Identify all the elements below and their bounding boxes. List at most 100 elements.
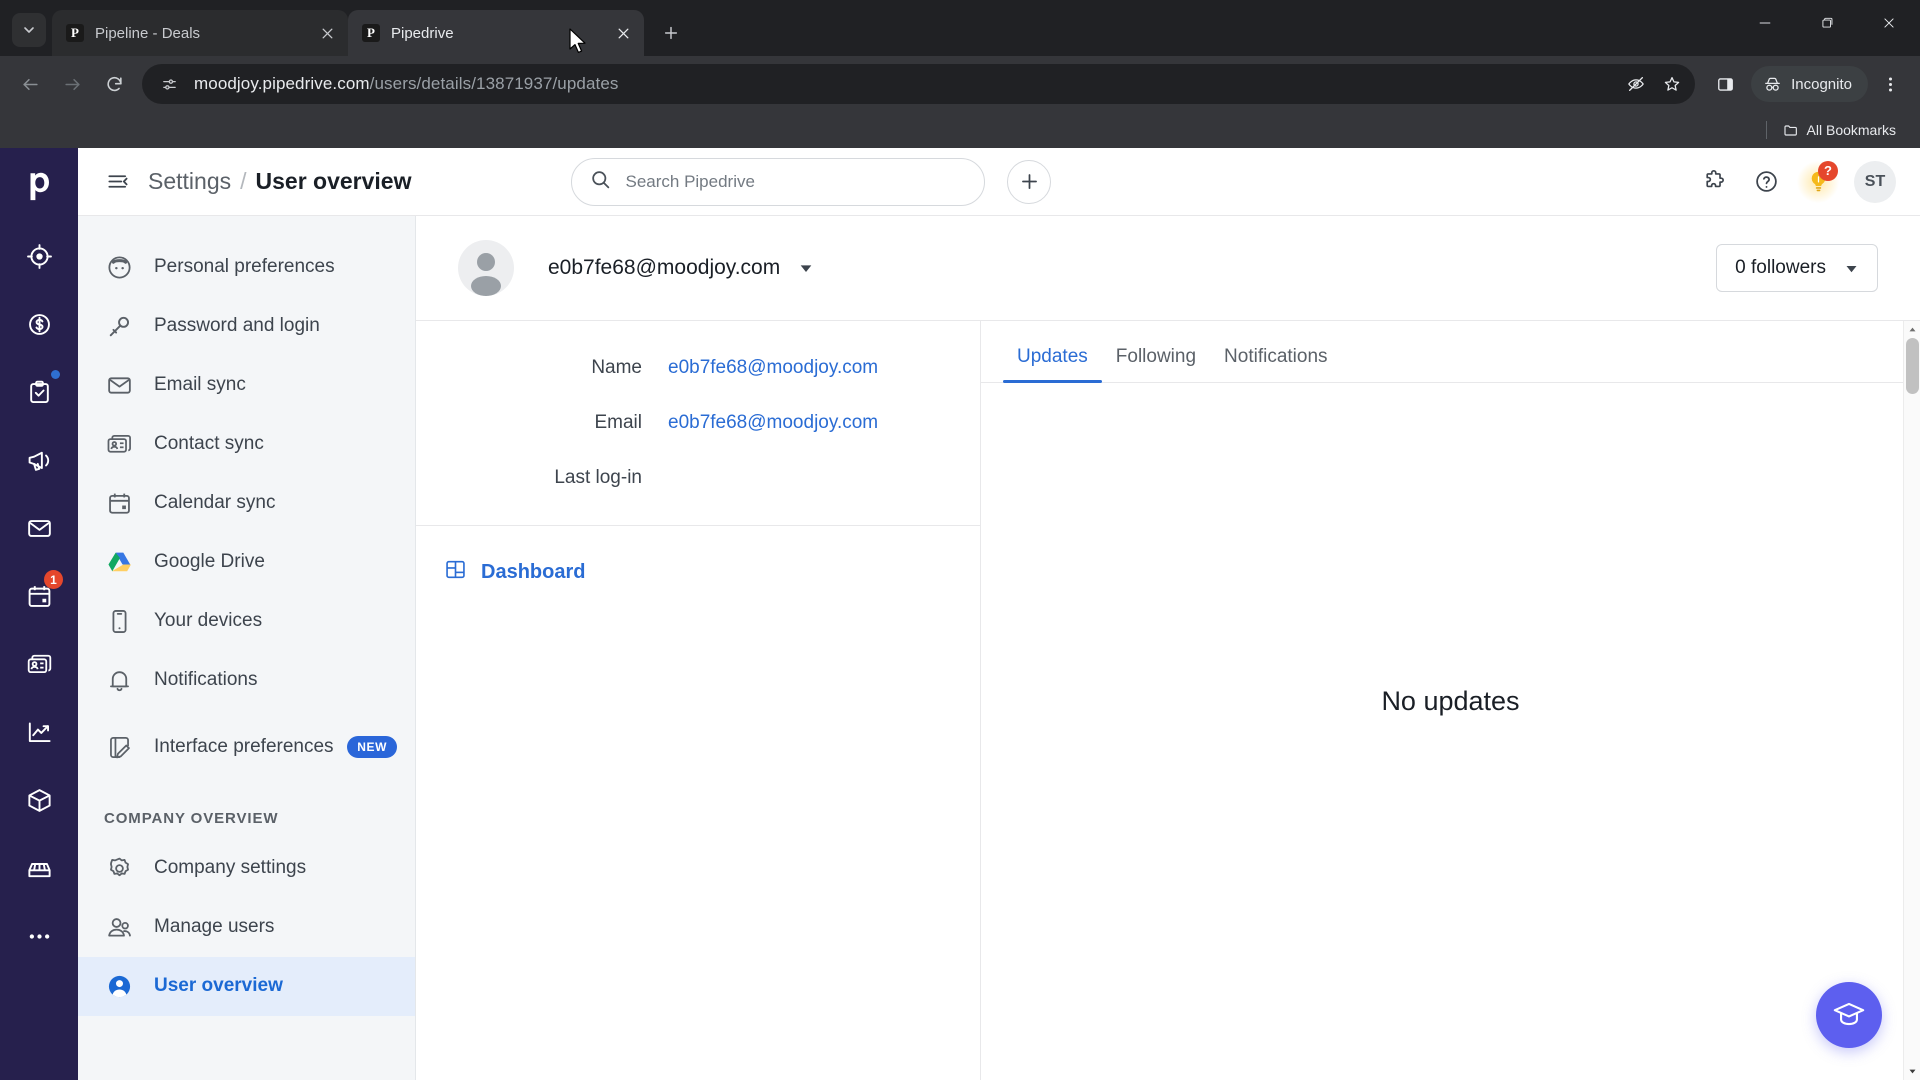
reload-icon[interactable] bbox=[94, 64, 134, 104]
sidebar-item-label: Contact sync bbox=[154, 433, 264, 455]
lightbulb-icon[interactable]: ? bbox=[1796, 159, 1840, 204]
rail-item-activities[interactable] bbox=[15, 368, 63, 416]
dashboard-link[interactable]: Dashboard bbox=[416, 526, 980, 586]
side-panel-icon[interactable] bbox=[1705, 64, 1745, 104]
scrollbar-thumb[interactable] bbox=[1906, 338, 1919, 394]
key-icon bbox=[104, 312, 134, 342]
forward-icon[interactable] bbox=[52, 64, 92, 104]
tab-following[interactable]: Following bbox=[1102, 346, 1210, 382]
pipedrive-favicon: P bbox=[362, 24, 380, 42]
sidebar-item-your-devices[interactable]: Your devices bbox=[78, 592, 415, 651]
user-details-card: Name e0b7fe68@moodjoy.com Email e0b7fe68… bbox=[416, 321, 981, 1080]
tips-badge: ? bbox=[1818, 160, 1838, 181]
envelope-icon bbox=[104, 371, 134, 401]
scroll-up-arrow-icon[interactable] bbox=[1904, 321, 1920, 338]
sidebar-item-email-sync[interactable]: Email sync bbox=[78, 356, 415, 415]
address-bar[interactable]: moodjoy.pipedrive.com/users/details/1387… bbox=[142, 64, 1696, 104]
rail-item-contacts[interactable] bbox=[15, 640, 63, 688]
rail-item-mail[interactable] bbox=[15, 504, 63, 552]
minimize-icon[interactable] bbox=[1734, 0, 1796, 46]
avatar[interactable]: ST bbox=[1854, 160, 1896, 203]
tab-title: Pipedrive bbox=[391, 24, 454, 42]
question-circle-icon[interactable] bbox=[1744, 160, 1788, 204]
maximize-icon[interactable] bbox=[1796, 0, 1858, 46]
rail-item-insights[interactable] bbox=[15, 708, 63, 756]
sidebar-item-password-and-login[interactable]: Password and login bbox=[78, 297, 415, 356]
calendar-icon bbox=[104, 489, 134, 519]
new-tab-button[interactable] bbox=[654, 16, 688, 50]
sidebar-item-label: Password and login bbox=[154, 315, 320, 337]
close-icon[interactable] bbox=[612, 22, 634, 44]
sidebar-item-personal-preferences[interactable]: Personal preferences bbox=[78, 238, 415, 297]
contact-card-icon bbox=[104, 430, 134, 460]
empty-state-message: No updates bbox=[1381, 686, 1520, 716]
browser-tab-1[interactable]: P Pipeline - Deals bbox=[52, 10, 348, 56]
sidebar-item-calendar-sync[interactable]: Calendar sync bbox=[78, 474, 415, 533]
pipedrive-logo[interactable] bbox=[16, 164, 62, 210]
calendar-badge: 1 bbox=[44, 570, 63, 589]
learning-center-button[interactable] bbox=[1816, 982, 1882, 1048]
default-avatar-icon bbox=[458, 240, 514, 296]
browser-tab-2[interactable]: P Pipedrive bbox=[348, 10, 644, 56]
pipedrive-favicon: P bbox=[66, 24, 84, 42]
sidebar-item-label: User overview bbox=[154, 975, 283, 997]
search-input[interactable] bbox=[625, 171, 967, 192]
interface-edit-icon bbox=[104, 732, 134, 762]
dashboard-grid-icon bbox=[444, 558, 467, 586]
folder-icon bbox=[1783, 125, 1797, 136]
breadcrumb-separator: / bbox=[240, 168, 247, 194]
collapse-menu-icon[interactable] bbox=[100, 165, 134, 199]
search-icon bbox=[590, 169, 611, 195]
rail-item-calendar[interactable]: 1 bbox=[15, 570, 63, 620]
sidebar-item-company-settings[interactable]: Company settings bbox=[78, 839, 415, 898]
site-settings-icon[interactable] bbox=[156, 71, 182, 97]
vertical-scrollbar[interactable] bbox=[1903, 321, 1920, 1080]
tab-notifications[interactable]: Notifications bbox=[1210, 346, 1342, 382]
tab-updates[interactable]: Updates bbox=[1003, 346, 1102, 383]
scroll-down-arrow-icon[interactable] bbox=[1904, 1063, 1920, 1080]
close-icon[interactable] bbox=[1858, 0, 1920, 46]
close-icon[interactable] bbox=[316, 22, 338, 44]
rail-item-campaigns[interactable] bbox=[15, 436, 63, 484]
sidebar-item-label: Notifications bbox=[154, 669, 258, 691]
omnibox-actions bbox=[1619, 67, 1689, 101]
puzzle-piece-icon[interactable] bbox=[1692, 160, 1736, 204]
search-box[interactable] bbox=[571, 157, 986, 206]
sidebar-item-user-overview[interactable]: User overview bbox=[78, 957, 415, 1016]
add-button[interactable] bbox=[1007, 159, 1052, 204]
rail-item-deals[interactable] bbox=[15, 300, 63, 348]
bell-icon bbox=[104, 666, 134, 696]
sidebar-item-label: Google Drive bbox=[154, 551, 265, 573]
breadcrumb-settings[interactable]: Settings bbox=[148, 168, 231, 195]
app-left-rail: 1 bbox=[0, 148, 78, 1080]
sidebar-item-google-drive[interactable]: Google Drive bbox=[78, 533, 415, 592]
incognito-indicator[interactable]: Incognito bbox=[1751, 66, 1868, 102]
rail-item-leads[interactable] bbox=[15, 232, 63, 280]
sidebar-item-contact-sync[interactable]: Contact sync bbox=[78, 415, 415, 474]
field-value[interactable]: e0b7fe68@moodjoy.com bbox=[668, 357, 878, 379]
sidebar-item-interface-preferences[interactable]: Interface preferences NEW bbox=[78, 710, 415, 784]
sidebar-item-manage-users[interactable]: Manage users bbox=[78, 898, 415, 957]
rail-item-products[interactable] bbox=[15, 776, 63, 824]
all-bookmarks-button[interactable]: All Bookmarks bbox=[1777, 118, 1902, 142]
star-icon[interactable] bbox=[1655, 67, 1689, 101]
user-email: e0b7fe68@moodjoy.com bbox=[548, 256, 781, 279]
person-face-icon bbox=[104, 253, 134, 283]
user-fields: Name e0b7fe68@moodjoy.com Email e0b7fe68… bbox=[416, 321, 980, 526]
user-actions-chevron-down-icon[interactable] bbox=[798, 260, 814, 276]
field-row: Email e0b7fe68@moodjoy.com bbox=[416, 412, 980, 434]
tab-search-button[interactable] bbox=[12, 13, 46, 47]
sidebar-item-label: Manage users bbox=[154, 916, 275, 938]
sidebar-item-label: Email sync bbox=[154, 374, 246, 396]
back-icon[interactable] bbox=[10, 64, 50, 104]
field-value[interactable]: e0b7fe68@moodjoy.com bbox=[668, 412, 878, 434]
rail-item-more[interactable] bbox=[15, 912, 63, 960]
user-circle-icon bbox=[104, 972, 134, 1002]
rail-item-marketplace[interactable] bbox=[15, 844, 63, 892]
three-dot-menu-icon[interactable] bbox=[1870, 64, 1910, 104]
field-row: Name e0b7fe68@moodjoy.com bbox=[416, 357, 980, 379]
sidebar-item-label: Personal preferences bbox=[154, 256, 335, 278]
followers-button[interactable]: 0 followers bbox=[1716, 244, 1878, 292]
sidebar-item-notifications[interactable]: Notifications bbox=[78, 651, 415, 710]
eye-off-icon[interactable] bbox=[1619, 67, 1653, 101]
